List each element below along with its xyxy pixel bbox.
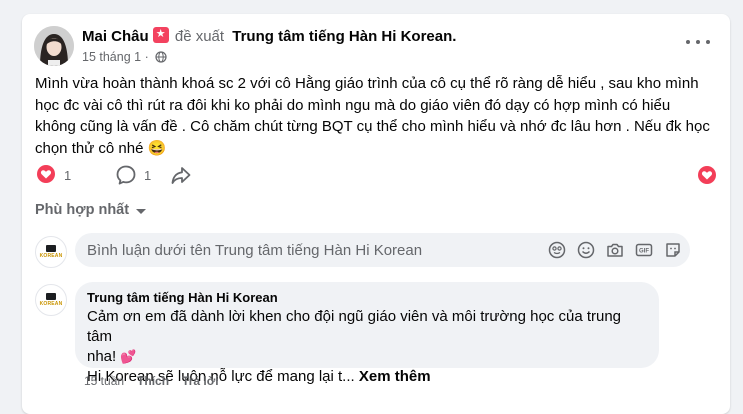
comment-bubble: Trung tâm tiếng Hàn Hi Korean Cảm ơn em … [75,282,659,385]
logo-mark [46,293,56,300]
composer-icons: GIF [548,241,682,259]
page-avatar[interactable]: KOREAN [35,236,67,268]
two-hearts-icon: 💕 [120,349,137,364]
author-name[interactable]: Mai Châu [82,28,149,45]
post-header: Mai Châu đề xuất Trung tâm tiếng Hàn Hi … [82,26,456,47]
comment-count-group[interactable]: 1 [115,164,151,186]
comment-count: 1 [144,167,152,183]
post-react-button[interactable] [697,165,717,188]
comment-actions: 15 tuần Thích Trả lời [84,373,219,389]
globe-icon [155,51,167,63]
sticker-icon[interactable] [664,241,682,259]
love-reaction-icon [36,164,56,187]
share-button[interactable] [170,164,192,186]
svg-text:GIF: GIF [639,249,649,255]
page-name[interactable]: Trung tâm tiếng Hàn Hi Korean [232,28,452,45]
reply-action[interactable]: Trả lời [182,373,219,389]
like-count: 1 [64,168,72,183]
avatar-sticker-icon[interactable] [548,241,566,259]
logo-text: KOREAN [39,253,63,259]
reaction-count-group[interactable]: 1 [36,164,71,187]
comment-line: nha! [87,348,117,365]
comment-input[interactable] [87,241,527,259]
post-stats: 1 1 [36,162,716,186]
post-meta: 15 tháng 1 · [82,49,167,65]
logo-mark [46,245,56,252]
share-icon [171,167,191,184]
love-reaction-icon [697,165,717,188]
more-options-icon[interactable] [686,34,710,50]
comment-icon [116,165,136,185]
caret-down-icon [136,208,147,214]
commenter-avatar[interactable]: KOREAN [35,284,67,316]
like-action[interactable]: Thích [137,373,169,389]
comment-line: Cảm ơn em đã dành lời khen cho đội ngũ g… [87,308,622,345]
comment-composer[interactable]: GIF [75,233,690,267]
post-text: Mình vừa hoàn thành khoá sc 2 với cô Hằn… [35,75,710,157]
author-avatar[interactable] [34,26,74,66]
emoji-icon[interactable] [577,241,595,259]
page-suffix: . [452,28,457,45]
logo-text: KOREAN [39,301,63,307]
suggest-label: đề xuất [174,28,225,45]
comment-time[interactable]: 15 tuần [84,373,124,389]
see-more-link[interactable]: Xem thêm [359,368,431,385]
post-time[interactable]: 15 tháng 1 [82,50,141,64]
sort-label: Phù hợp nhất [35,202,130,218]
top-fan-badge-icon [152,26,169,43]
post-card: Mai Châu đề xuất Trung tâm tiếng Hàn Hi … [22,14,730,414]
comment-author[interactable]: Trung tâm tiếng Hàn Hi Korean [87,290,647,306]
gif-icon[interactable]: GIF [635,241,653,259]
page-name-link[interactable]: Trung tâm tiếng Hàn Hi Korean. [232,28,456,45]
meta-separator: · [144,50,149,64]
sort-dropdown[interactable]: Phù hợp nhất [35,202,147,218]
camera-icon[interactable] [606,241,624,259]
